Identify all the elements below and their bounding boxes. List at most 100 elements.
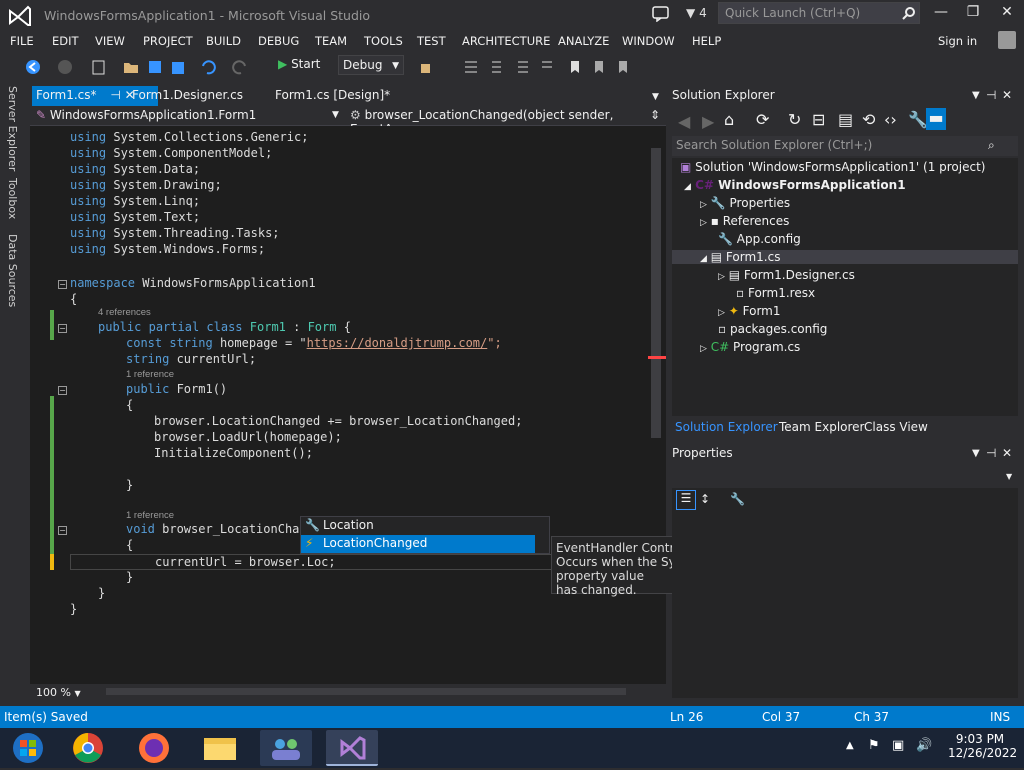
menu-analyze[interactable]: ANALYZE xyxy=(558,34,609,48)
menu-window[interactable]: WINDOW xyxy=(622,34,675,48)
editor-horizontal-scrollbar[interactable]: 100 % ▼ xyxy=(30,684,666,700)
preview-selected-icon[interactable]: ▬ xyxy=(926,108,946,130)
completion-item-location[interactable]: 🔧 Location xyxy=(301,517,535,535)
menu-architecture[interactable]: ARCHITECTURE xyxy=(462,34,550,48)
home-icon[interactable]: ⌂ xyxy=(724,110,734,129)
close-pane-icon[interactable]: ✕ xyxy=(1002,446,1012,460)
show-all-files-icon[interactable]: ▤ xyxy=(838,110,853,129)
back-icon[interactable]: ◀ xyxy=(678,112,690,131)
solution-explorer-search[interactable]: Search Solution Explorer (Ctrl+;) xyxy=(672,136,1018,156)
tree-form1-cs[interactable]: ◢ ▤ Form1.cs xyxy=(672,250,1018,264)
uncomment-icon[interactable] xyxy=(538,58,556,76)
object-dropdown-icon[interactable]: ▼ xyxy=(1006,472,1012,481)
close-button[interactable]: ✕ xyxy=(996,4,1018,24)
search-icon[interactable] xyxy=(902,6,916,20)
start-button[interactable] xyxy=(2,730,54,766)
codelens-references[interactable]: 1 reference xyxy=(126,510,174,521)
align-icon[interactable] xyxy=(462,58,480,76)
tree-program-cs[interactable]: ▷ C# Program.cs xyxy=(700,340,800,354)
start-debugging-button[interactable]: ▶ Start xyxy=(278,57,320,71)
menu-file[interactable]: FILE xyxy=(10,34,34,48)
codelens-references[interactable]: 1 reference xyxy=(126,369,174,380)
categorized-icon[interactable]: ☰ xyxy=(676,490,696,510)
pane-menu-icon[interactable]: ▼ xyxy=(972,90,980,101)
minimize-button[interactable]: — xyxy=(930,4,952,24)
indent-icon[interactable] xyxy=(486,58,504,76)
undo-icon[interactable] xyxy=(198,58,216,76)
sync-icon[interactable]: ⟳ xyxy=(756,110,769,129)
editor-vertical-scrollbar[interactable] xyxy=(648,126,666,684)
comment-icon[interactable] xyxy=(514,58,532,76)
menu-build[interactable]: BUILD xyxy=(206,34,241,48)
properties-icon[interactable]: 🔧 xyxy=(908,110,928,129)
search-icon[interactable]: ⌕ xyxy=(988,138,995,153)
code-editor[interactable]: using System.Collections.Generic; using … xyxy=(30,126,666,684)
back-icon[interactable] xyxy=(24,58,42,76)
menu-test[interactable]: TEST xyxy=(417,34,446,48)
bookmark-next-icon[interactable] xyxy=(614,58,632,76)
scroll-thumb[interactable] xyxy=(651,148,661,438)
menu-project[interactable]: PROJECT xyxy=(143,34,193,48)
forward-icon[interactable] xyxy=(56,58,74,76)
tab-data-sources[interactable]: Data Sources xyxy=(6,234,19,307)
menu-view[interactable]: VIEW xyxy=(95,34,125,48)
tree-project[interactable]: ◢ C# WindowsFormsApplication1 xyxy=(684,178,906,192)
tab-class-view[interactable]: Class View xyxy=(864,420,928,434)
menu-tools[interactable]: TOOLS xyxy=(364,34,403,48)
bookmark-prev-icon[interactable] xyxy=(590,58,608,76)
refresh-icon[interactable]: ↻ xyxy=(788,110,801,129)
menu-edit[interactable]: EDIT xyxy=(52,34,79,48)
tab-solution-explorer[interactable]: Solution Explorer xyxy=(675,420,778,434)
users-app-taskbar-button[interactable] xyxy=(260,730,312,766)
save-all-icon[interactable] xyxy=(168,58,186,76)
intellisense-popup[interactable]: 🔧 Location ⚡ LocationChanged xyxy=(300,516,550,554)
class-dropdown[interactable]: ✎ WindowsFormsApplication1.Form1 xyxy=(36,108,256,122)
quick-launch-input[interactable]: Quick Launch (Ctrl+Q) xyxy=(718,2,920,24)
collapse-all-icon[interactable]: ⊟ xyxy=(812,110,825,129)
menu-debug[interactable]: DEBUG xyxy=(258,34,299,48)
collapse-icon[interactable]: − xyxy=(58,386,67,395)
feedback-icon[interactable] xyxy=(652,6,670,22)
bookmark-icon[interactable] xyxy=(566,58,584,76)
find-icon[interactable] xyxy=(418,58,436,76)
avatar-icon[interactable] xyxy=(998,31,1016,49)
open-folder-icon[interactable] xyxy=(122,58,140,76)
action-center-flag-icon[interactable]: ⚑ xyxy=(868,738,880,753)
solution-configuration-dropdown[interactable]: Debug ▼ xyxy=(338,55,404,75)
pin-icon[interactable]: ⊣ xyxy=(986,88,996,102)
show-hidden-icons[interactable]: ▲ xyxy=(846,740,854,751)
notification-count[interactable]: ▼ 4 xyxy=(686,6,707,20)
file-explorer-taskbar-button[interactable] xyxy=(194,730,246,766)
tree-app-config[interactable]: 🔧 App.config xyxy=(718,232,801,246)
tree-form1-designer[interactable]: ▷ ▤ Form1.Designer.cs xyxy=(718,268,855,282)
view-code-icon[interactable]: ‹› xyxy=(884,110,897,129)
pin-icon[interactable]: ⊣ xyxy=(110,88,120,102)
tab-toolbox[interactable]: Toolbox xyxy=(6,178,19,219)
zoom-dropdown[interactable]: 100 % ▼ xyxy=(36,686,81,699)
property-pages-icon[interactable]: 🔧 xyxy=(730,492,745,506)
save-icon[interactable] xyxy=(146,58,164,76)
tab-form1-design-view[interactable]: Form1.cs [Design]* xyxy=(271,86,394,106)
codelens-references[interactable]: 4 references xyxy=(98,307,151,318)
completion-item-location-changed[interactable]: ⚡ LocationChanged xyxy=(301,535,535,553)
tree-form1-resx[interactable]: ▫ Form1.resx xyxy=(736,286,815,300)
tree-solution[interactable]: ▣ Solution 'WindowsFormsApplication1' (1… xyxy=(680,160,985,174)
tree-properties[interactable]: ▷ 🔧 Properties xyxy=(700,196,790,210)
pane-menu-icon[interactable]: ▼ xyxy=(972,448,980,459)
tree-packages-config[interactable]: ▫ packages.config xyxy=(718,322,827,336)
tab-team-explorer[interactable]: Team Explorer xyxy=(779,420,865,434)
pin-icon[interactable]: ⊣ xyxy=(986,446,996,460)
tab-server-explorer[interactable]: Server Explorer xyxy=(6,86,19,171)
new-project-icon[interactable] xyxy=(90,58,108,76)
volume-icon[interactable]: 🔊 xyxy=(916,738,932,753)
maximize-button[interactable]: ❐ xyxy=(962,4,984,24)
tree-references[interactable]: ▷ ▪ References xyxy=(700,214,789,228)
close-pane-icon[interactable]: ✕ xyxy=(1002,88,1012,102)
collapse-icon[interactable]: − xyxy=(58,280,67,289)
network-icon[interactable]: ▣ xyxy=(892,738,904,753)
refresh-all-icon[interactable]: ⟲ xyxy=(862,110,875,129)
forward-icon[interactable]: ▶ xyxy=(702,112,714,131)
tab-form1-designer[interactable]: Form1.Designer.cs xyxy=(128,86,247,106)
sign-in-link[interactable]: Sign in xyxy=(938,34,977,48)
collapse-icon[interactable]: − xyxy=(58,526,67,535)
